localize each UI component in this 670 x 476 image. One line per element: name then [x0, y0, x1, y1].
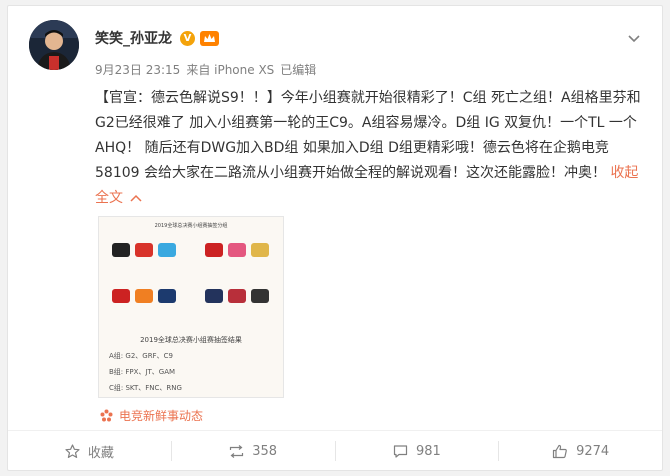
source-flower-icon: [100, 409, 113, 422]
user-name[interactable]: 笑笑_孙亚龙: [95, 28, 172, 48]
verified-icon: V: [180, 30, 195, 46]
collect-label: 收藏: [87, 445, 114, 461]
group-a-label: A组:: [109, 352, 124, 360]
post-meta: 9月23日 23:15 来自 iPhone XS 已编辑: [95, 61, 316, 77]
team-logo-g2: [112, 243, 130, 257]
team-logo-c9: [158, 243, 176, 257]
image-title: 2019全球总决赛小组赛抽签分组: [154, 223, 228, 229]
star-icon: [65, 443, 80, 459]
team-logo-skt: [112, 289, 130, 303]
group-a-teams: G2、GRF、C9: [125, 352, 173, 360]
post-body: 【官宣：德云色解说S9！！】今年小组赛就开始很精彩了！C组 死亡之组！A组格里芬…: [95, 90, 641, 181]
team-logo-fpx: [205, 243, 223, 257]
vip-crown-icon: [200, 30, 219, 46]
source-link[interactable]: 电竞新鲜事动态: [100, 406, 203, 424]
chevron-down-icon[interactable]: [627, 30, 641, 44]
image-caption: 2019全球总决赛小组赛抽签结果: [140, 336, 242, 344]
chevron-up-icon: [130, 194, 142, 202]
team-logo-ahq: [228, 289, 246, 303]
comment-count: 981: [415, 443, 441, 459]
collect-button[interactable]: 收藏: [8, 441, 171, 461]
source-link-label: 电竞新鲜事动态: [119, 408, 204, 423]
team-logo-tl: [205, 289, 223, 303]
team-logo-grf: [135, 243, 153, 257]
post-image[interactable]: 2019全球总决赛小组赛抽签分组 2019全球总决赛小组赛抽签结果 A组: G2…: [98, 216, 284, 398]
group-b-label: B组:: [109, 368, 124, 376]
comment-icon: [393, 444, 408, 459]
comment-button[interactable]: 981: [336, 441, 499, 461]
group-b-teams: FPX、JT、GAM: [125, 368, 176, 376]
team-logo-fnc: [135, 289, 153, 303]
edited-label[interactable]: 已编辑: [280, 61, 316, 77]
weibo-post-card: 笑笑_孙亚龙 V 9月23日 23:15 来自 iPhone XS 已编辑 【官…: [7, 5, 663, 471]
group-c-line: C组: SKT、FNC、RNG: [109, 383, 182, 393]
group-a-line: A组: G2、GRF、C9: [109, 351, 173, 361]
team-logo-jt: [228, 243, 246, 257]
user-name-row: 笑笑_孙亚龙 V: [95, 28, 219, 48]
team-logo-gam: [251, 243, 269, 257]
repost-button[interactable]: 358: [172, 441, 335, 461]
post-text: 【官宣：德云色解说S9！！】今年小组赛就开始很精彩了！C组 死亡之组！A组格里芬…: [95, 86, 647, 211]
repost-icon: [229, 444, 244, 459]
like-button[interactable]: 9274: [499, 441, 662, 461]
team-logo-rng: [158, 289, 176, 303]
like-count: 9274: [576, 443, 610, 459]
repost-count: 358: [252, 443, 278, 459]
group-c-label: C组:: [109, 384, 124, 392]
post-device: 来自 iPhone XS: [186, 63, 275, 77]
thumbs-up-icon: [552, 444, 568, 459]
team-logo-ig: [251, 289, 269, 303]
avatar-image: [29, 20, 79, 70]
action-bar: 收藏 358 981 9274: [8, 430, 662, 471]
group-b-line: B组: FPX、JT、GAM: [109, 367, 175, 377]
post-time[interactable]: 9月23日 23:15: [95, 61, 180, 77]
user-avatar[interactable]: [29, 20, 79, 70]
group-c-teams: SKT、FNC、RNG: [125, 384, 182, 392]
